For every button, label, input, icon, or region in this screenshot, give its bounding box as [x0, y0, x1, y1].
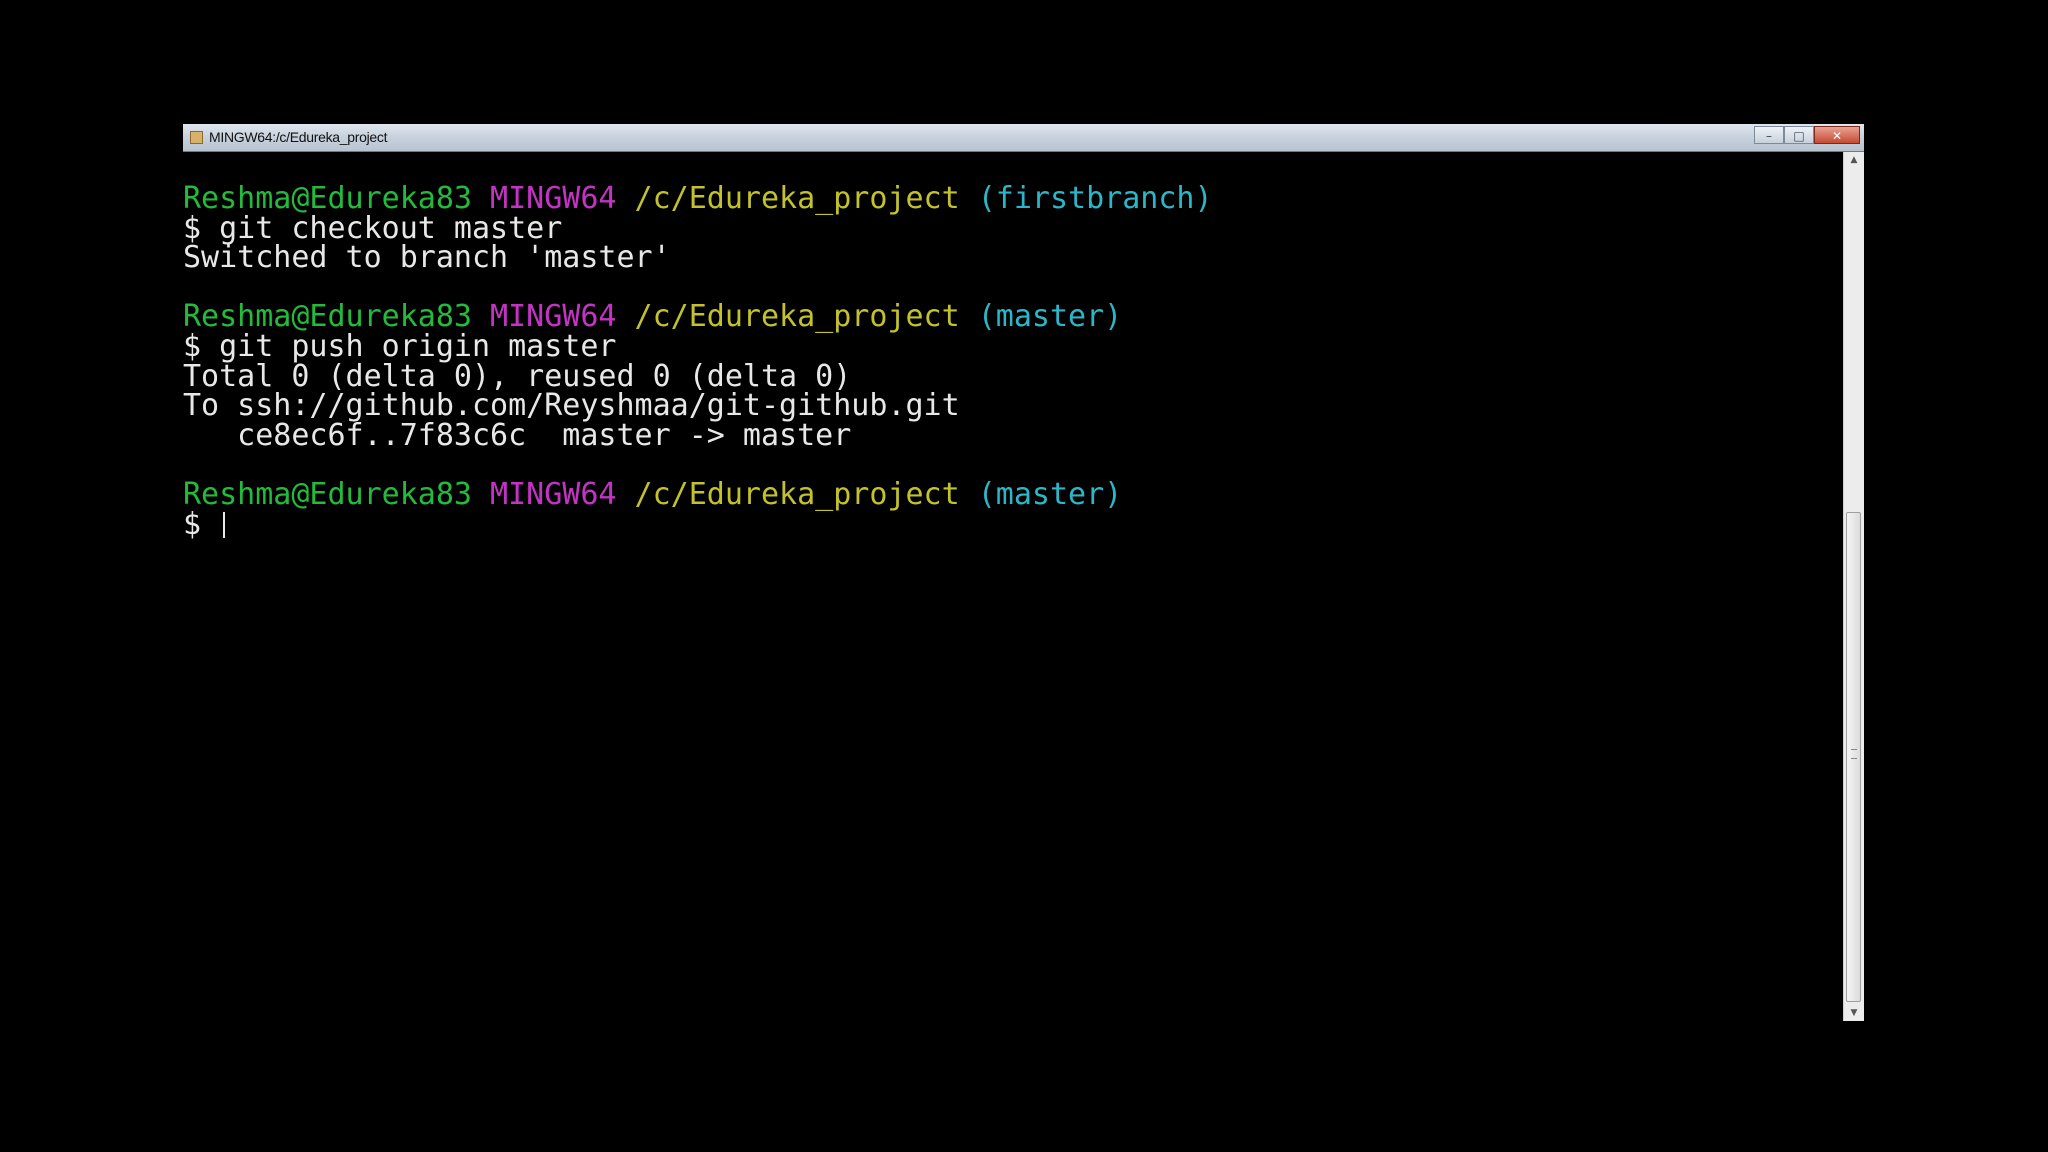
input-prompt: $ [183, 506, 220, 542]
command-line: $ git checkout master [183, 213, 1843, 244]
window-title: MINGW64:/c/Edureka_project [209, 129, 388, 145]
prompt-path: /c/Edureka_project [634, 181, 960, 216]
prompt-line: Reshma@Edureka83 MINGW64 /c/Edureka_proj… [183, 302, 1843, 332]
input-line: $ [183, 506, 1843, 542]
scrollbar-thumb[interactable] [1846, 512, 1861, 1002]
title-bar[interactable]: MINGW64:/c/Edureka_project – □ ✕ [183, 124, 1864, 152]
window-controls: – □ ✕ [1754, 126, 1860, 146]
prompt-line: Reshma@Edureka83 MINGW64 /c/Edureka_proj… [183, 184, 1843, 214]
text-cursor[interactable] [223, 511, 226, 538]
output-text: Switched to branch 'master' [183, 240, 671, 276]
prompt-path: /c/Edureka_project [634, 299, 960, 335]
output-line: To ssh://github.com/Reyshmaa/git-github.… [183, 391, 1843, 421]
maximize-button[interactable]: □ [1784, 126, 1814, 144]
vertical-scrollbar[interactable]: ▲ ▼ [1843, 152, 1864, 1021]
output-line: Switched to branch 'master' [183, 243, 1843, 273]
arrow-up-icon[interactable]: ▲ [1844, 152, 1864, 168]
prompt-path: /c/Edureka_project [634, 476, 960, 512]
terminal-output[interactable]: Reshma@Edureka83 MINGW64 /c/Edureka_proj… [183, 152, 1843, 1021]
close-button[interactable]: ✕ [1814, 126, 1860, 144]
prompt-branch: (firstbranch) [977, 181, 1213, 216]
prompt-user: Reshma@Edureka83 [183, 476, 472, 512]
command-line: $ git push origin master [183, 331, 1843, 362]
prompt-line: Reshma@Edureka83 MINGW64 /c/Edureka_proj… [183, 476, 1843, 512]
prompt-system: MINGW64 [490, 476, 617, 512]
output-line: Total 0 (delta 0), reused 0 (delta 0) [183, 361, 1843, 392]
arrow-down-icon[interactable]: ▼ [1844, 1005, 1864, 1021]
terminal-window: MINGW64:/c/Edureka_project – □ ✕ Reshma@… [183, 124, 1864, 1021]
output-text: ce8ec6f..7f83c6c master -> master [183, 417, 852, 453]
prompt-branch: (master) [977, 476, 1123, 512]
prompt-branch: (master) [977, 299, 1123, 335]
grip-icon [1851, 749, 1857, 759]
mingw-app-icon[interactable] [190, 131, 203, 144]
output-line: ce8ec6f..7f83c6c master -> master [183, 417, 1843, 453]
minimize-button[interactable]: – [1754, 126, 1784, 144]
